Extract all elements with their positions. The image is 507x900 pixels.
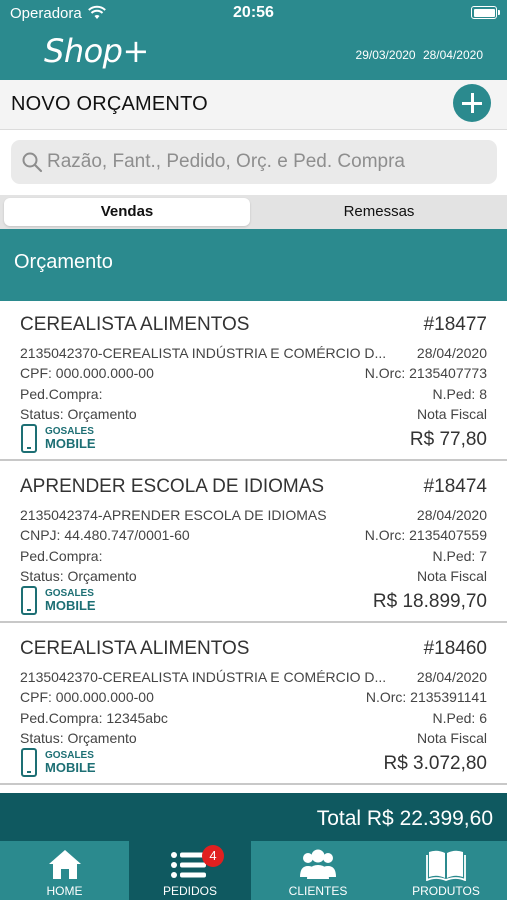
orc-number: N.Orc: 2135391141 xyxy=(365,689,487,705)
purchase-order: Ped.Compra: 12345abc xyxy=(20,710,168,726)
order-card[interactable]: CEREALISTA ALIMENTOS #18477 2135042370-C… xyxy=(0,301,507,461)
orc-number: N.Orc: 2135407559 xyxy=(364,527,487,543)
order-status: Status: Orçamento xyxy=(20,568,137,584)
section-header: Orçamento xyxy=(0,229,507,301)
tab-remessas[interactable]: Remessas xyxy=(254,198,504,226)
pedidos-badge: 4 xyxy=(202,845,224,867)
date-from: 29/03/2020 xyxy=(355,48,416,62)
orc-number: N.Orc: 2135407773 xyxy=(364,365,487,381)
brand-bottom: MOBILE xyxy=(45,436,96,451)
page-title: NOVO ORÇAMENTO xyxy=(11,93,208,115)
order-number: #18474 xyxy=(423,476,487,497)
customer-document: CNPJ: 44.480.747/0001-60 xyxy=(20,527,190,543)
order-price: R$ 18.899,70 xyxy=(372,591,487,612)
search-placeholder: Razão, Fant., Pedido, Orç. e Ped. Compra xyxy=(47,151,406,172)
purchase-order: Ped.Compra: xyxy=(20,386,103,402)
home-icon xyxy=(48,850,81,879)
search-icon xyxy=(22,152,43,173)
total-bar: Total R$ 22.399,60 xyxy=(0,793,507,841)
invoice-label: Nota Fiscal xyxy=(416,406,487,422)
customer-name: CEREALISTA ALIMENTOS xyxy=(20,638,250,659)
add-order-button[interactable] xyxy=(453,84,491,122)
segmented-control: Vendas Remessas xyxy=(0,195,507,229)
customer-document: CPF: 000.000.000-00 xyxy=(20,689,154,705)
phone-icon xyxy=(21,424,37,453)
tab-label: PEDIDOS xyxy=(162,884,217,898)
customer-document: CPF: 000.000.000-00 xyxy=(20,365,154,381)
order-status: Status: Orçamento xyxy=(20,406,137,422)
tab-label: CLIENTES xyxy=(288,884,348,898)
book-icon xyxy=(426,850,466,881)
tab-label: PRODUTOS xyxy=(412,884,480,898)
total-amount: Total R$ 22.399,60 xyxy=(316,807,493,830)
purchase-order: Ped.Compra: xyxy=(20,548,103,564)
battery-icon xyxy=(471,6,500,19)
order-number: #18460 xyxy=(423,638,487,659)
bottom-tab-bar: HOME 4 PEDIDOS CLIENTES PRODUTOS xyxy=(0,841,507,900)
order-number: #18477 xyxy=(423,314,487,335)
company-code: 2135042374-APRENDER ESCOLA DE IDIOMAS xyxy=(20,507,327,523)
phone-icon xyxy=(21,748,37,777)
order-date: 28/04/2020 xyxy=(416,669,487,685)
order-price: R$ 3.072,80 xyxy=(383,753,487,774)
date-range[interactable]: 29/03/2020 28/04/2020 xyxy=(352,48,483,62)
tab-home[interactable]: HOME xyxy=(0,841,129,900)
ped-number: N.Ped: 8 xyxy=(432,386,487,402)
section-title: Orçamento xyxy=(14,251,113,273)
search-input[interactable]: Razão, Fant., Pedido, Orç. e Ped. Compra xyxy=(11,140,497,184)
order-price: R$ 77,80 xyxy=(409,429,487,450)
users-icon xyxy=(300,849,336,879)
gosales-mobile-logo: GOSALES MOBILE xyxy=(20,586,110,616)
phone-icon xyxy=(21,586,37,615)
ped-number: N.Ped: 6 xyxy=(432,710,487,726)
status-time: 20:56 xyxy=(233,4,274,21)
customer-name: CEREALISTA ALIMENTOS xyxy=(20,314,250,335)
tab-label: HOME xyxy=(46,884,83,898)
tab-vendas[interactable]: Vendas xyxy=(4,198,250,226)
tab-produtos[interactable]: PRODUTOS xyxy=(385,841,507,900)
customer-name: APRENDER ESCOLA DE IDIOMAS xyxy=(20,476,325,497)
brand-bottom: MOBILE xyxy=(45,598,96,613)
order-status: Status: Orçamento xyxy=(20,730,137,746)
order-card[interactable]: CEREALISTA ALIMENTOS #18460 2135042370-C… xyxy=(0,625,507,785)
order-date: 28/04/2020 xyxy=(416,507,487,523)
app-logo: Shop+ xyxy=(44,32,149,70)
invoice-label: Nota Fiscal xyxy=(416,568,487,584)
status-bar: Operadora 20:56 xyxy=(0,0,507,28)
gosales-mobile-logo: GOSALES MOBILE xyxy=(20,424,110,454)
title-bar: NOVO ORÇAMENTO xyxy=(0,80,507,130)
date-to: 28/04/2020 xyxy=(422,48,483,62)
order-list[interactable]: CEREALISTA ALIMENTOS #18477 2135042370-C… xyxy=(0,301,507,793)
tab-pedidos[interactable]: 4 PEDIDOS xyxy=(129,841,251,900)
search-area: Razão, Fant., Pedido, Orç. e Ped. Compra xyxy=(0,131,507,193)
tab-clientes[interactable]: CLIENTES xyxy=(251,841,385,900)
company-code: 2135042370-CEREALISTA INDÚSTRIA E COMÉRC… xyxy=(20,345,387,361)
order-card[interactable]: APRENDER ESCOLA DE IDIOMAS #18474 213504… xyxy=(0,463,507,623)
ped-number: N.Ped: 7 xyxy=(432,548,487,564)
gosales-mobile-logo: GOSALES MOBILE xyxy=(20,748,110,778)
app-header: Operadora 20:56 Shop+ 29/03/2020 28/04/2… xyxy=(0,0,507,80)
brand-bottom: MOBILE xyxy=(45,760,96,775)
invoice-label: Nota Fiscal xyxy=(416,730,487,746)
order-date: 28/04/2020 xyxy=(416,345,487,361)
company-code: 2135042370-CEREALISTA INDÚSTRIA E COMÉRC… xyxy=(20,669,387,685)
